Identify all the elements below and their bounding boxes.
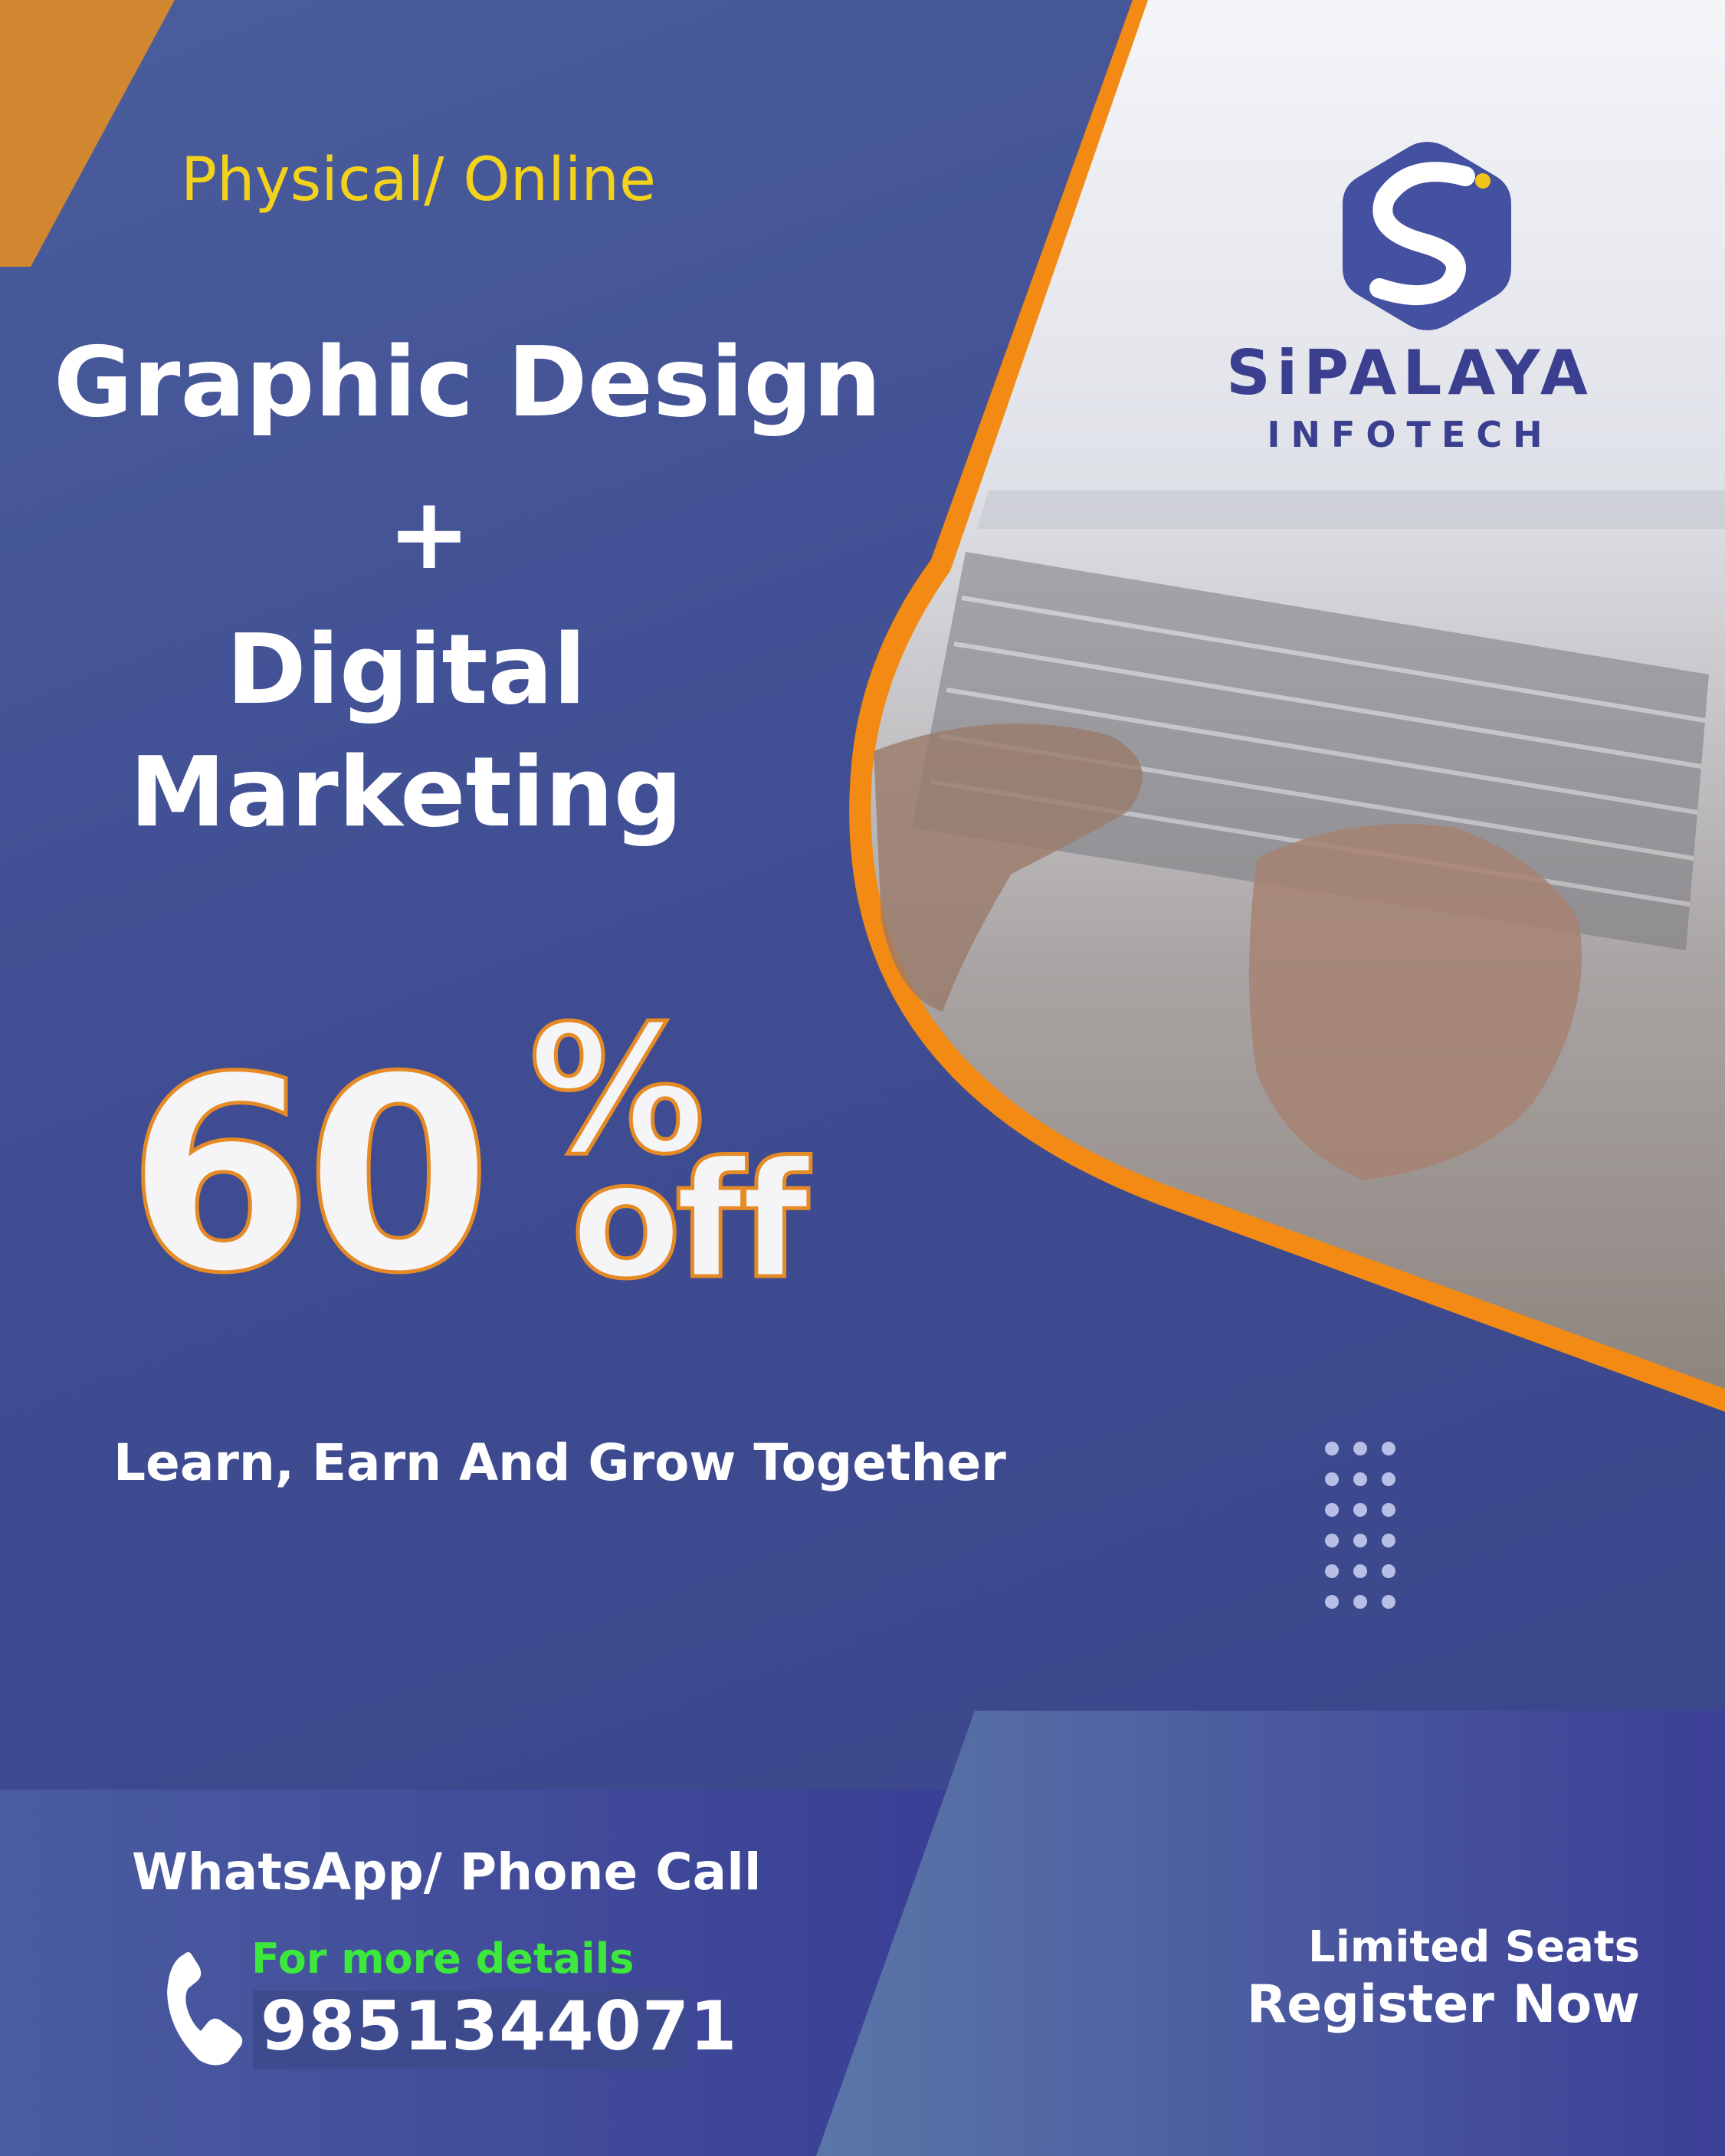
headline-graphic-design: Graphic Design (53, 326, 882, 438)
contact-channel-label: WhatsApp/ Phone Call (132, 1843, 762, 1902)
discount-number: 60 (124, 1018, 494, 1334)
corner-accent-shape (0, 0, 175, 267)
details-label: For more details (251, 1934, 635, 1983)
headline-digital: Digital (226, 613, 586, 726)
register-now-label[interactable]: Register Now (1195, 1974, 1640, 2035)
headline-plus: + (387, 475, 471, 592)
phone-number[interactable]: 9851344071 (261, 1987, 737, 2066)
limited-seats-label: Limited Seats (1308, 1922, 1640, 1972)
brand-subtitle: INFOTECH (1267, 414, 1553, 455)
promo-poster: Physical/ Online Graphic Design + Digita… (0, 0, 1725, 2156)
tagline: Learn, Earn And Grow Together (113, 1433, 1006, 1492)
dot-grid-decoration (1325, 1442, 1395, 1609)
mode-label: Physical/ Online (181, 146, 656, 215)
headline-marketing: Marketing (130, 736, 683, 848)
discount-off-label: off (569, 1125, 812, 1317)
laptop-photo (849, 0, 1725, 1412)
phone-icon (167, 1952, 243, 2066)
brand-name: SiPALAYA (1226, 337, 1594, 409)
